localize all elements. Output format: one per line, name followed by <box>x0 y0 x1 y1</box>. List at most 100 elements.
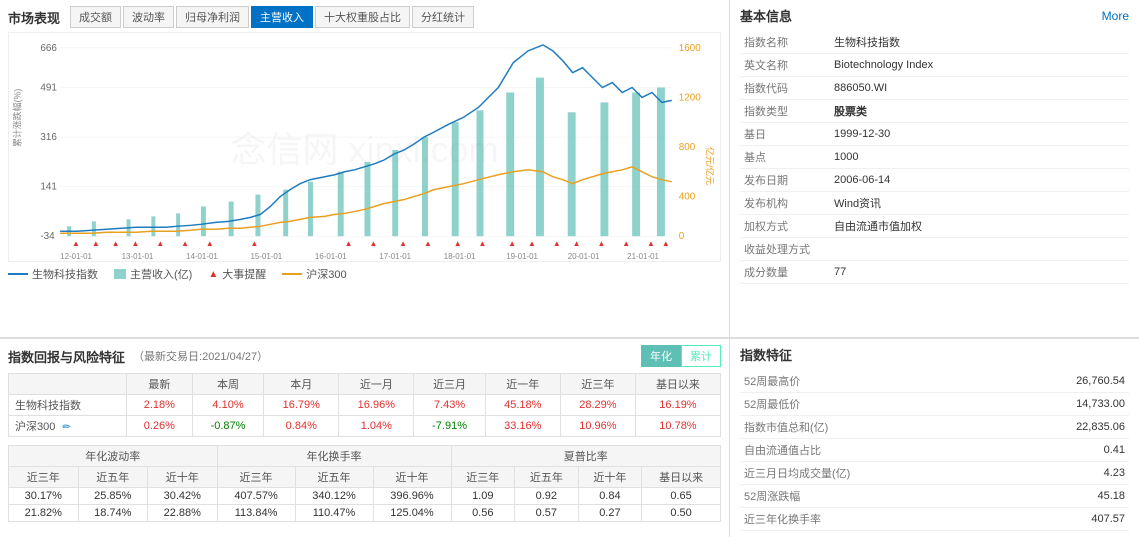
basic-info-table: 指数名称 生物科技指数 英文名称 Biotechnology Index 指数代… <box>740 31 1129 284</box>
feat-label-float-ratio: 自由流通值占比 <box>740 439 1000 462</box>
feat-row-float-ratio: 自由流通值占比 0.41 <box>740 439 1129 462</box>
vol-10y-header: 近十年 <box>148 467 218 488</box>
feat-label-3y-turnover: 近三年化换手率 <box>740 508 1000 531</box>
return-title: 指数回报与风险特征 <box>8 347 125 366</box>
perf-hs300-1y: 33.16% <box>485 416 560 437</box>
feat-label-low: 52周最低价 <box>740 393 1000 416</box>
feat-row-total-cap: 指数市值总和(亿) 22,835.06 <box>740 416 1129 439</box>
svg-text:21-01-01: 21-01-01 <box>627 252 659 261</box>
tab-fenhong[interactable]: 分红统计 <box>412 6 474 28</box>
svg-text:1200: 1200 <box>679 92 702 103</box>
svg-text:▲: ▲ <box>662 239 670 248</box>
info-label-components: 成分数量 <box>740 261 830 284</box>
info-label-name: 指数名称 <box>740 31 830 54</box>
col-header-empty <box>9 374 127 395</box>
risk-row-1: 30.17% 25.85% 30.42% 407.57% 340.12% 396… <box>9 488 721 505</box>
perf-bio-1m: 16.96% <box>339 395 414 416</box>
vol-header: 年化波动率 <box>9 446 218 467</box>
feat-row-3y-turnover: 近三年化换手率 407.57 <box>740 508 1129 531</box>
legend-revenue: 主营收入(亿) <box>114 266 192 282</box>
feature-title: 指数特征 <box>740 345 1129 364</box>
feat-value-float-ratio: 0.41 <box>1000 439 1129 462</box>
feat-value-total-cap: 22,835.06 <box>1000 416 1129 439</box>
feat-value-low: 14,733.00 <box>1000 393 1129 416</box>
tab-guimu[interactable]: 归母净利润 <box>176 6 249 28</box>
info-row-code: 指数代码 886050.WI <box>740 77 1129 100</box>
tab-shida[interactable]: 十大权重股占比 <box>315 6 410 28</box>
turn-3y-1: 407.57% <box>217 488 295 505</box>
index-feature-panel: 指数特征 52周最高价 26,760.54 52周最低价 14,733.00 指… <box>730 338 1139 537</box>
svg-text:▲: ▲ <box>508 239 516 248</box>
feat-label-high: 52周最高价 <box>740 370 1000 393</box>
svg-text:141: 141 <box>40 182 57 193</box>
info-value-baseday: 1999-12-30 <box>830 123 1129 146</box>
blue-line-icon <box>8 273 28 275</box>
info-value-name: 生物科技指数 <box>830 31 1129 54</box>
market-tabs[interactable]: 成交额 波动率 归母净利润 主营收入 十大权重股占比 分红统计 <box>70 6 474 28</box>
vol-3y-header: 近三年 <box>9 467 79 488</box>
svg-text:666: 666 <box>40 43 57 54</box>
feat-label-total-cap: 指数市值总和(亿) <box>740 416 1000 439</box>
tab-bodong[interactable]: 波动率 <box>123 6 174 28</box>
feat-row-avg-vol: 近三月日均成交量(亿) 4.23 <box>740 462 1129 485</box>
info-row-weight: 加权方式 自由流通市值加权 <box>740 215 1129 238</box>
edit-icon[interactable]: ✏ <box>62 422 70 433</box>
toggle-annualized[interactable]: 年化 <box>641 345 681 367</box>
col-header-1y: 近一年 <box>485 374 560 395</box>
info-label-code: 指数代码 <box>740 77 830 100</box>
vol-10y-2: 22.88% <box>148 505 218 522</box>
svg-text:▲: ▲ <box>369 239 377 248</box>
perf-hs300-since: 10.78% <box>635 416 720 437</box>
svg-text:19-01-01: 19-01-01 <box>506 252 538 261</box>
toggle-cumulative[interactable]: 累计 <box>681 345 721 367</box>
info-label-en: 英文名称 <box>740 54 830 77</box>
chart-svg: 666 491 316 141 -34 累计涨跌幅(%) 1600 1200 8… <box>9 33 720 261</box>
sharpe-3y-header: 近三年 <box>451 467 515 488</box>
tab-chengjiao[interactable]: 成交额 <box>70 6 121 28</box>
sharpe-5y-header: 近五年 <box>515 467 579 488</box>
legend-rev-label: 主营收入(亿) <box>130 266 192 282</box>
toggle-buttons[interactable]: 年化 累计 <box>641 345 721 367</box>
svg-text:▲: ▲ <box>72 239 80 248</box>
feat-value-3y-turnover: 407.57 <box>1000 508 1129 531</box>
vol-3y-2: 21.82% <box>9 505 79 522</box>
info-row-components: 成分数量 77 <box>740 261 1129 284</box>
info-title: 基本信息 <box>740 6 792 25</box>
turn-3y-header: 近三年 <box>217 467 295 488</box>
svg-text:14-01-01: 14-01-01 <box>186 252 218 261</box>
info-label-basepoint: 基点 <box>740 146 830 169</box>
svg-text:▲: ▲ <box>553 239 561 248</box>
tab-zhuyingshouru[interactable]: 主营收入 <box>251 6 313 28</box>
svg-text:0: 0 <box>679 231 685 242</box>
perf-label-hs300: 沪深300 ✏ <box>9 416 127 437</box>
info-value-publisher: Wind资讯 <box>830 192 1129 215</box>
sharpe-10y-header: 近十年 <box>578 467 642 488</box>
return-header: 指数回报与风险特征 （最新交易日:2021/04/27） 年化 累计 <box>8 345 721 367</box>
svg-text:1600: 1600 <box>679 43 702 54</box>
market-panel: 市场表现 成交额 波动率 归母净利润 主营收入 十大权重股占比 分红统计 念信网… <box>0 0 730 337</box>
svg-text:▲: ▲ <box>345 239 353 248</box>
market-title: 市场表现 <box>8 8 60 27</box>
info-value-weight: 自由流通市值加权 <box>830 215 1129 238</box>
feat-label-avg-vol: 近三月日均成交量(亿) <box>740 462 1000 485</box>
info-label-pubdate: 发布日期 <box>740 169 830 192</box>
vol-10y-1: 30.42% <box>148 488 218 505</box>
svg-text:▲: ▲ <box>156 239 164 248</box>
sharpe-since-1: 0.65 <box>642 488 721 505</box>
svg-text:▲: ▲ <box>181 239 189 248</box>
info-label-baseday: 基日 <box>740 123 830 146</box>
feat-value-avg-vol: 4.23 <box>1000 462 1129 485</box>
svg-text:▲: ▲ <box>206 239 214 248</box>
perf-bio-latest: 2.18% <box>126 395 192 416</box>
feat-value-high: 26,760.54 <box>1000 370 1129 393</box>
svg-text:▲: ▲ <box>528 239 536 248</box>
legend-reminder-label: 大事提醒 <box>222 266 266 282</box>
turn-3y-2: 113.84% <box>217 505 295 522</box>
svg-text:累计涨跌幅(%): 累计涨跌幅(%) <box>12 89 23 147</box>
col-header-3y: 近三年 <box>560 374 635 395</box>
turn-5y-1: 340.12% <box>295 488 373 505</box>
info-row-en: 英文名称 Biotechnology Index <box>740 54 1129 77</box>
svg-text:400: 400 <box>679 192 696 203</box>
perf-hs300-latest: 0.26% <box>126 416 192 437</box>
more-button[interactable]: More <box>1102 9 1129 23</box>
